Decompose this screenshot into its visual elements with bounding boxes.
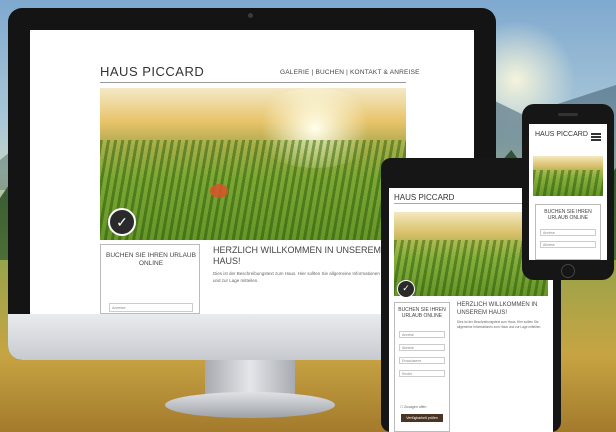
tablet-children-field[interactable]: Kinder [399, 370, 445, 377]
checkmark-seal-icon: ✓ [397, 280, 415, 298]
site-navigation[interactable]: GALERIE | BUCHEN | KONTAKT & ANREISE [280, 69, 420, 76]
header-divider [100, 82, 406, 83]
arrival-date-field[interactable]: Anreise [109, 303, 193, 312]
phone-departure-field[interactable]: Abreise [540, 241, 596, 248]
booking-title: BUCHEN SIE IHREN URLAUB ONLINE [106, 252, 196, 267]
phone-booking-widget: BUCHEN SIE IHREN URLAUB ONLINE Anreise A… [535, 204, 601, 260]
phone-screen: HAUS PICCARD BUCHEN SIE IHREN URLAUB ONL… [529, 124, 607, 260]
phone-arrival-field[interactable]: Anreise [540, 229, 596, 236]
phone-hero-image [533, 156, 603, 196]
phone-booking-title: BUCHEN SIE IHREN URLAUB ONLINE [544, 209, 592, 221]
welcome-heading: HERZLICH WILLKOMMEN IN UNSEREM HAUS! [213, 245, 382, 266]
site-title[interactable]: HAUS PICCARD [100, 64, 204, 79]
monitor-stand [205, 360, 295, 396]
hero-grass [100, 140, 406, 240]
tablet-submit-button[interactable]: Verfügbarkeit prüfen [401, 414, 443, 422]
tablet-checkbox[interactable]: ☐ Zusagen offen [400, 405, 426, 409]
phone-speaker [558, 113, 578, 116]
phone-device: HAUS PICCARD BUCHEN SIE IHREN URLAUB ONL… [522, 104, 614, 280]
welcome-text: Dies ist der Beschreibungstext zum Haus.… [213, 271, 402, 283]
tablet-booking-widget: BUCHEN SIE IHREN URLAUB ONLINE Anreise A… [394, 302, 450, 432]
phone-hero-grass [533, 170, 603, 196]
checkmark-seal-icon: ✓ [108, 208, 136, 236]
monitor-stand-base [165, 392, 335, 418]
tablet-site-title[interactable]: HAUS PICCARD [394, 193, 454, 202]
phone-home-button[interactable] [561, 264, 575, 278]
tablet-booking-title: BUCHEN SIE IHREN URLAUB ONLINE [398, 307, 446, 319]
hamburger-menu-icon[interactable] [591, 133, 601, 141]
tablet-checkbox-label: Zusagen offen [404, 405, 427, 409]
tablet-adults-field[interactable]: Erwachsene [399, 357, 445, 364]
monitor-camera [248, 13, 253, 18]
tablet-departure-field[interactable]: Abreise [399, 344, 445, 351]
phone-site-title[interactable]: HAUS PICCARD [535, 131, 595, 139]
tablet-welcome-text: Dies ist der Beschreibungstext zum Haus.… [457, 320, 542, 329]
tablet-welcome-heading: HERZLICH WILLKOMMEN IN UNSEREM HAUS! [457, 302, 538, 316]
hero-flower [210, 184, 228, 198]
hero-image [100, 88, 406, 240]
booking-widget: BUCHEN SIE IHREN URLAUB ONLINE Anreise [100, 244, 200, 314]
tablet-arrival-field[interactable]: Anreise [399, 331, 445, 338]
